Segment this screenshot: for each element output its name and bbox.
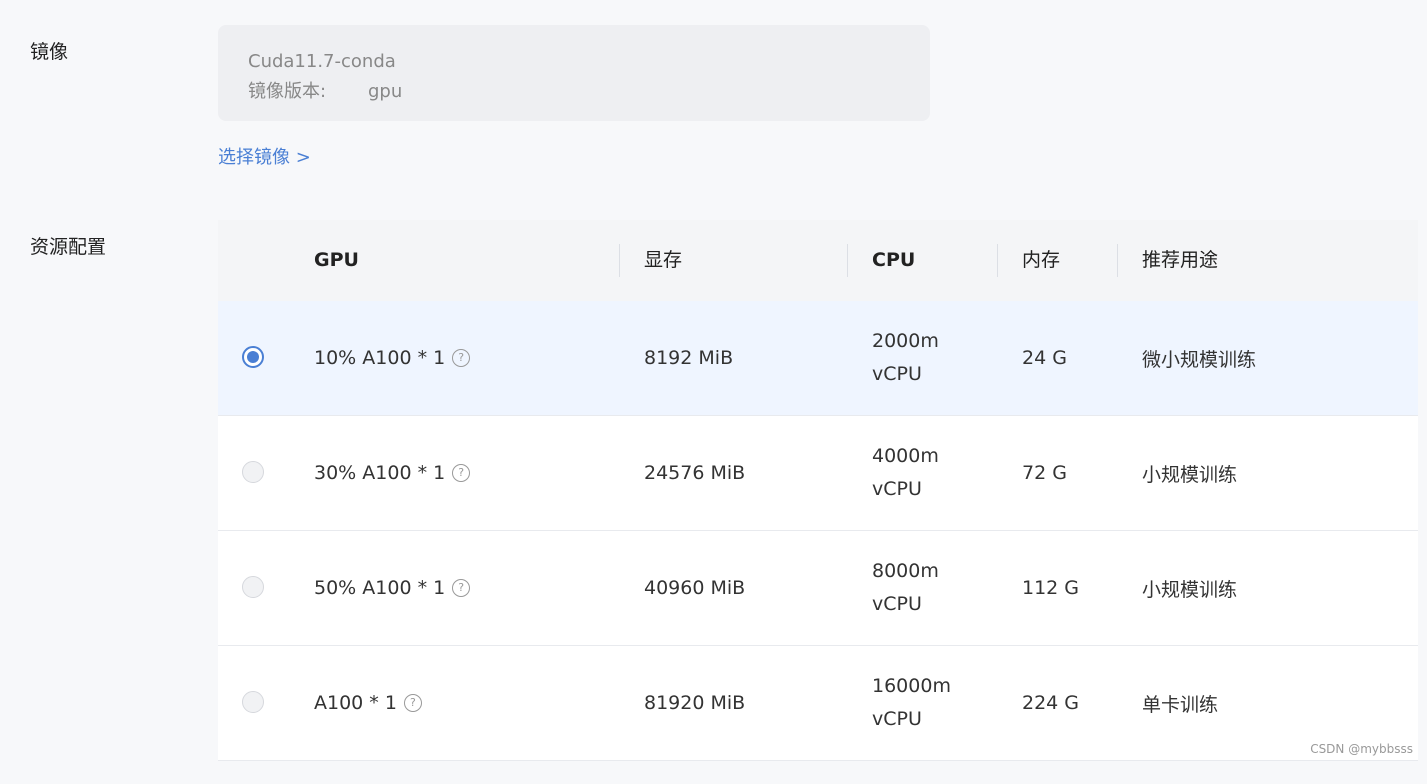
radio-button[interactable] [242,691,264,713]
gpu-cell: 10% A100 * 1? [314,301,471,415]
radio-button[interactable] [242,461,264,483]
table-row[interactable]: 50% A100 * 1? 40960 MiB 8000m vCPU 112 G … [218,531,1418,646]
vram-cell: 81920 MiB [644,692,746,714]
gpu-cell: 30% A100 * 1? [314,416,471,530]
cpu-value: 16000m [872,675,951,697]
image-version-row: 镜像版本: gpu [248,77,930,107]
image-info-card: Cuda11.7-conda 镜像版本: gpu [218,25,930,121]
usage-cell: 小规模训练 [1142,578,1238,601]
gpu-spec: 50% A100 * 1 [314,577,446,599]
question-help-icon[interactable]: ? [403,694,422,712]
gpu-spec: 30% A100 * 1 [314,462,446,484]
cpu-unit: vCPU [872,708,922,730]
question-help-icon[interactable]: ? [452,579,471,597]
column-header-vram: 显存 [644,249,683,271]
radio-button[interactable] [242,576,264,598]
vram-cell: 8192 MiB [644,347,734,369]
vram-cell: 24576 MiB [644,462,746,484]
column-header-usage: 推荐用途 [1142,249,1219,271]
cpu-unit: vCPU [872,593,922,615]
usage-cell: 单卡训练 [1142,693,1219,716]
resource-table: GPU 显存 CPU 内存 推荐用途 10% A100 * 1? 8192 Mi… [218,220,1418,761]
column-divider [997,244,998,277]
cpu-value: 2000m [872,330,939,352]
cpu-cell: 16000m vCPU [872,646,951,784]
gpu-cell: 50% A100 * 1? [314,531,471,645]
table-row[interactable]: 10% A100 * 1? 8192 MiB 2000m vCPU 24 G 微小… [218,301,1418,416]
memory-cell: 72 G [1022,462,1067,484]
resource-section-label: 资源配置 [30,236,107,258]
question-help-icon[interactable]: ? [452,464,471,482]
usage-cell: 小规模训练 [1142,463,1238,486]
question-help-icon[interactable]: ? [452,349,471,367]
memory-cell: 112 G [1022,577,1080,599]
image-name: Cuda11.7-conda [248,51,396,72]
vram-cell: 40960 MiB [644,577,746,599]
usage-cell: 微小规模训练 [1142,348,1257,371]
column-header-gpu: GPU [314,249,359,271]
table-header: GPU 显存 CPU 内存 推荐用途 [218,220,1418,301]
table-row[interactable]: A100 * 1? 81920 MiB 16000m vCPU 224 G 单卡训… [218,646,1418,761]
memory-cell: 224 G [1022,692,1080,714]
cpu-value: 8000m [872,560,939,582]
cpu-value: 4000m [872,445,939,467]
column-divider [1117,244,1118,277]
table-row[interactable]: 30% A100 * 1? 24576 MiB 4000m vCPU 72 G 小… [218,416,1418,531]
memory-cell: 24 G [1022,347,1067,369]
image-version-value: gpu [368,81,403,102]
watermark: CSDN @mybbsss [1310,742,1413,756]
column-header-memory: 内存 [1022,249,1061,271]
radio-button[interactable] [242,346,264,368]
cpu-unit: vCPU [872,478,922,500]
gpu-spec: A100 * 1 [314,692,397,714]
column-divider [619,244,620,277]
image-version-label: 镜像版本: [248,81,327,102]
column-divider [847,244,848,277]
select-image-link[interactable]: 选择镜像 > [218,143,311,169]
gpu-cell: A100 * 1? [314,646,422,760]
cpu-unit: vCPU [872,363,922,385]
image-section-label: 镜像 [30,41,69,63]
gpu-spec: 10% A100 * 1 [314,347,446,369]
column-header-cpu: CPU [872,249,916,271]
